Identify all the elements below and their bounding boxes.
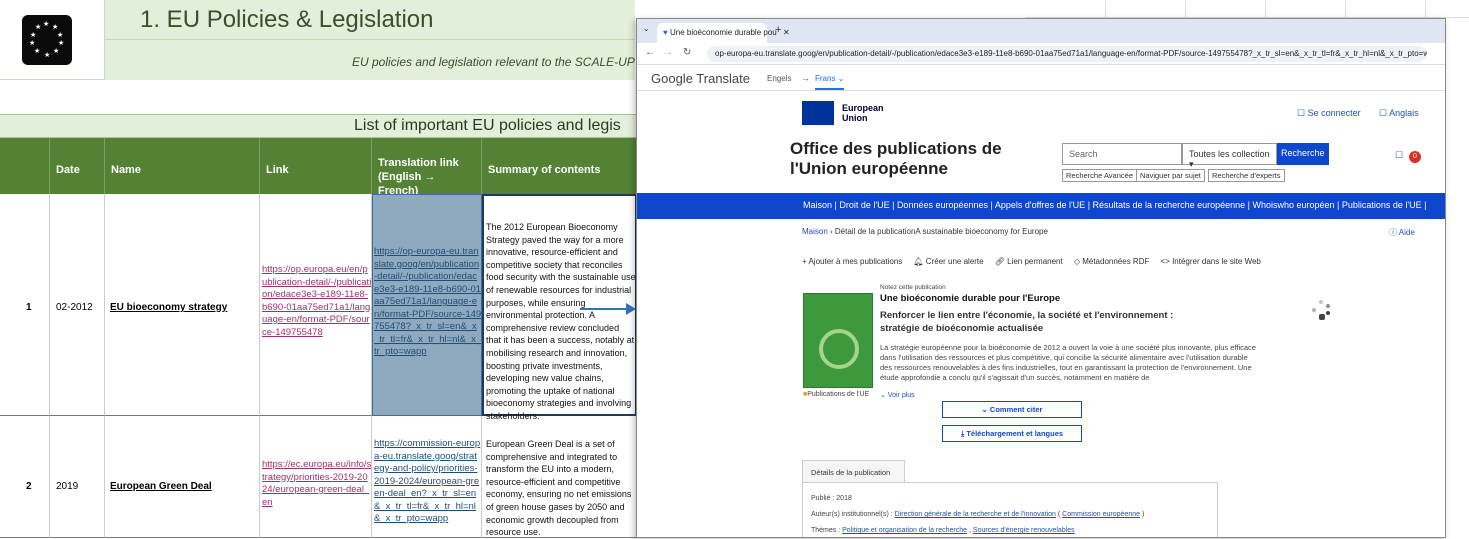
embed-action[interactable]: <> Intégrer dans le site Web bbox=[1161, 257, 1261, 266]
row-name[interactable]: EU bioeconomy strategy bbox=[110, 302, 227, 313]
language-link[interactable]: ☐ Anglais bbox=[1379, 108, 1419, 119]
show-more-link[interactable]: ⌄ Voir plus bbox=[880, 391, 915, 399]
nav-item[interactable]: Appels d'offres de l'UE bbox=[995, 200, 1085, 210]
google-translate-logo: Google Translate bbox=[651, 71, 751, 86]
publication-title: Une bioéconomie durable pour l'Europe bbox=[880, 293, 1061, 304]
login-link[interactable]: ☐ Se connecter bbox=[1297, 108, 1361, 119]
main-nav: Maison | Droit de l'UE | Données europée… bbox=[637, 193, 1445, 219]
date-cell[interactable] bbox=[50, 416, 105, 538]
tab-list-icon[interactable]: ⌄ bbox=[643, 24, 650, 33]
header-name[interactable]: Name bbox=[105, 138, 260, 194]
list-title: List of important EU policies and legis bbox=[354, 117, 621, 134]
action-bar: + Ajouter à mes publications 🔔︎ Créer un… bbox=[802, 257, 1261, 266]
tab-publication-details[interactable]: Détails de la publication bbox=[802, 460, 905, 482]
arrow-icon: → bbox=[801, 73, 810, 83]
author-link[interactable]: Commission européenne bbox=[1062, 511, 1140, 518]
publication-subtitle: Renforcer le lien entre l'économie, la s… bbox=[880, 310, 1174, 334]
forward-icon[interactable]: → bbox=[663, 47, 673, 58]
advanced-search-button[interactable]: Recherche Avancée bbox=[1062, 169, 1137, 182]
row-translation-link[interactable]: https://op-europa-eu.translate.goog/en/p… bbox=[374, 246, 482, 374]
address-input[interactable]: op-europa-eu.translate.goog/en/publicati… bbox=[707, 46, 1427, 62]
browse-subject-button[interactable]: Naviguer par sujet bbox=[1136, 169, 1205, 182]
arrow-right-icon bbox=[626, 303, 636, 315]
header-num bbox=[0, 138, 50, 194]
loading-spinner-icon bbox=[1311, 300, 1331, 320]
nav-item[interactable]: Maison bbox=[803, 200, 832, 210]
row-translation-link[interactable]: https://commission-europa-eu.translate.g… bbox=[374, 438, 482, 538]
publications-ue-label: ■Publications de l'UE bbox=[803, 391, 870, 398]
search-input[interactable]: Search bbox=[1062, 143, 1182, 165]
name-cell[interactable] bbox=[105, 416, 260, 538]
header-date[interactable]: Date bbox=[50, 138, 105, 194]
back-icon[interactable]: ← bbox=[645, 47, 655, 58]
breadcrumb: Maison › Détail de la publicationA susta… bbox=[802, 227, 1048, 236]
favicon-icon: ♥ bbox=[663, 28, 668, 37]
create-alert-action[interactable]: 🔔︎ Créer une alerte bbox=[913, 257, 983, 266]
row-summary: The 2012 European Bioeconomy Strategy pa… bbox=[486, 222, 636, 421]
crumb-item: A sustainable bioeconomy for Europe bbox=[915, 227, 1048, 236]
translate-bar: Google Translate Engels → Frans ⌄ bbox=[637, 65, 1445, 91]
eu-flag-logo: ★ ★ ★ ★ ★ ★ ★ ★ ★ ★ bbox=[22, 15, 72, 65]
header-summary[interactable]: Summary of contents bbox=[482, 138, 637, 194]
close-icon[interactable]: ✕ bbox=[783, 28, 790, 37]
nav-item[interactable]: Droit de l'UE bbox=[839, 200, 889, 210]
collection-select[interactable]: Toutes les collection ▾ bbox=[1182, 143, 1277, 169]
background-sheet-grid bbox=[1025, 0, 1469, 18]
eu-label: European Union bbox=[842, 103, 884, 123]
new-tab-icon[interactable]: + bbox=[775, 24, 781, 36]
row-date: 2019 bbox=[56, 481, 79, 492]
arrow-line bbox=[580, 308, 630, 310]
sheet-title: 1. EU Policies & Legislation bbox=[140, 6, 434, 33]
row-summary: European Green Deal is a set of comprehe… bbox=[486, 439, 632, 538]
add-publication-action[interactable]: + Ajouter à mes publications bbox=[802, 257, 902, 266]
sheet-subtitle: EU policies and legislation relevant to … bbox=[352, 55, 656, 69]
help-link[interactable]: ⓘ Aide bbox=[1389, 227, 1415, 238]
row-name[interactable]: European Green Deal bbox=[110, 481, 212, 492]
browser-window[interactable]: ⌄ ♥ Une bioéconomie durable pou ✕ + ← → … bbox=[636, 18, 1446, 538]
nav-item[interactable]: Publications de l'UE bbox=[1342, 200, 1422, 210]
row-number: 2 bbox=[26, 481, 32, 492]
nav-item[interactable]: Whoiswho européen bbox=[1252, 200, 1334, 210]
reload-icon[interactable]: ↻ bbox=[683, 47, 691, 58]
publication-description: La stratégie européenne pour la bioécono… bbox=[880, 343, 1256, 382]
published-date: Publié : 2018 bbox=[811, 495, 852, 502]
authors-row: Auteur(s) institutionnel(s) : Direction … bbox=[811, 511, 1145, 518]
download-button[interactable]: ⤓ Téléchargement et langues bbox=[942, 425, 1082, 442]
url-bar: ← → ↻ op-europa-eu.translate.goog/en/pub… bbox=[637, 43, 1445, 65]
table-row bbox=[0, 194, 50, 416]
table-row bbox=[0, 416, 50, 538]
rate-publication[interactable]: Notez cette publication bbox=[880, 284, 946, 291]
target-language[interactable]: Frans ⌄ bbox=[815, 74, 845, 90]
row-link[interactable]: https://ec.europa.eu/info/strategy/prior… bbox=[262, 459, 372, 509]
cite-button[interactable]: ⌄ Comment citer bbox=[942, 401, 1082, 418]
header-link[interactable]: Link bbox=[260, 138, 372, 194]
permalink-action[interactable]: 🔗︎ Lien permanent bbox=[995, 257, 1063, 266]
row-number: 1 bbox=[26, 302, 32, 313]
office-title: Office des publications de l'Union europ… bbox=[790, 139, 1002, 178]
author-link[interactable]: Direction générale de la recherche et de… bbox=[895, 511, 1056, 518]
browser-tab[interactable]: ♥ Une bioéconomie durable pou ✕ bbox=[657, 23, 790, 43]
basket-icon[interactable]: ☐ bbox=[1395, 150, 1403, 161]
row-date: 02-2012 bbox=[56, 302, 93, 313]
row-link[interactable]: https://op.europa.eu/en/publication-deta… bbox=[262, 264, 372, 339]
publication-details: Publié : 2018 Auteur(s) institutionnel(s… bbox=[802, 482, 1218, 537]
expert-search-button[interactable]: Recherche d'experts bbox=[1208, 169, 1285, 182]
source-language[interactable]: Engels bbox=[767, 74, 791, 83]
search-button[interactable]: Recherche bbox=[1277, 143, 1329, 165]
themes-row: Thèmes : Politique et organisation de la… bbox=[811, 527, 1075, 534]
crumb-home[interactable]: Maison bbox=[802, 227, 828, 236]
theme-link[interactable]: Sources d'énergie renouvelables bbox=[973, 527, 1075, 534]
tab-strip: ⌄ ♥ Une bioéconomie durable pou ✕ + bbox=[637, 19, 1445, 43]
theme-link[interactable]: Politique et organisation de la recherch… bbox=[842, 527, 967, 534]
publication-cover-image[interactable] bbox=[803, 293, 873, 388]
eu-logo-icon[interactable] bbox=[802, 101, 834, 125]
nav-item[interactable]: Données européennes bbox=[897, 200, 988, 210]
rdf-metadata-action[interactable]: ◇ Métadonnées RDF bbox=[1074, 257, 1150, 266]
header-translation[interactable]: Translation link (English → French) bbox=[372, 138, 482, 197]
crumb-detail[interactable]: Détail de la publication bbox=[835, 227, 916, 236]
nav-item[interactable]: Résultats de la recherche européenne bbox=[1093, 200, 1246, 210]
notification-badge[interactable]: 0 bbox=[1409, 151, 1421, 163]
